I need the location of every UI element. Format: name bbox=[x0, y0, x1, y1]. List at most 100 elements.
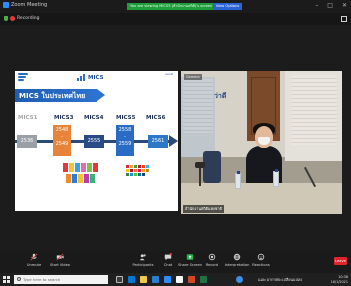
sdg-tile-icon bbox=[126, 169, 129, 172]
maximize-button[interactable]: □ bbox=[327, 2, 333, 9]
sdg-tile-icon bbox=[142, 173, 145, 176]
milestone-year: 2555 bbox=[84, 135, 104, 148]
reactions-label: Reactions bbox=[252, 263, 270, 267]
reactions-button[interactable]: Reactions bbox=[246, 253, 276, 267]
timeline-arrowhead-icon bbox=[169, 135, 178, 147]
sdg-tile-icon bbox=[146, 165, 149, 168]
zoom-logo-icon bbox=[3, 2, 9, 8]
edge-browser-icon[interactable] bbox=[128, 276, 135, 283]
video-blind-left bbox=[183, 79, 213, 133]
leave-button[interactable]: Leave bbox=[334, 257, 347, 265]
year-value: 2558 bbox=[118, 127, 132, 133]
slide-title: MICS ในประเทศไทย bbox=[19, 92, 86, 100]
taskbar-search-input[interactable]: Type here to search bbox=[14, 275, 108, 284]
report-cover-icon bbox=[84, 174, 89, 183]
word-icon[interactable] bbox=[152, 276, 159, 283]
report-cover-icon bbox=[69, 163, 74, 172]
excel-icon[interactable] bbox=[200, 276, 207, 283]
milestone-name: MICS6 bbox=[146, 115, 166, 121]
microphone-icon bbox=[30, 253, 38, 261]
year-value: 2555 bbox=[87, 138, 101, 144]
participants-icon bbox=[139, 254, 146, 261]
sdg-tile-icon bbox=[138, 169, 141, 172]
minimize-button[interactable]: – bbox=[315, 2, 318, 9]
milestone-year: 2561 bbox=[148, 135, 168, 148]
globe-icon bbox=[233, 253, 241, 261]
year-separator: - bbox=[124, 134, 126, 140]
encryption-shield-icon[interactable] bbox=[4, 16, 8, 21]
report-cover-icon bbox=[66, 174, 71, 183]
camera-icon bbox=[195, 162, 205, 168]
sdg-tile-icon bbox=[142, 165, 145, 168]
mics-logo: MICS bbox=[77, 74, 104, 81]
task-view-icon[interactable] bbox=[116, 276, 123, 283]
chat-icon bbox=[164, 253, 172, 261]
weather-icon[interactable] bbox=[236, 276, 243, 283]
close-button[interactable]: ✕ bbox=[342, 2, 347, 9]
report-cover-icon bbox=[78, 174, 83, 183]
file-explorer-icon[interactable] bbox=[140, 276, 147, 283]
milestone-name: MICS1 bbox=[18, 115, 38, 121]
app-title: Zoom Meeting bbox=[3, 2, 47, 8]
unicef-logo: unicef bbox=[163, 73, 175, 83]
window-controls: – □ ✕ bbox=[315, 2, 347, 9]
mics-logo-bar-icon bbox=[77, 78, 79, 81]
sdg-tile-icon bbox=[134, 169, 137, 172]
view-layout-icon[interactable] bbox=[341, 16, 347, 22]
sdg-tile-icon bbox=[130, 165, 133, 168]
start-video-label: Start Video bbox=[50, 263, 70, 267]
view-options-button[interactable]: View Options bbox=[213, 3, 242, 10]
recording-indicator[interactable]: Recording bbox=[10, 16, 40, 21]
video-chair bbox=[203, 151, 221, 183]
share-screen-icon bbox=[186, 254, 194, 260]
start-menu-icon[interactable] bbox=[3, 276, 10, 283]
start-video-button[interactable]: Start Video bbox=[45, 253, 75, 267]
ministry-logo-icon bbox=[18, 73, 30, 83]
meeting-info-bar: Recording bbox=[0, 13, 351, 25]
sdg-tile-icon bbox=[130, 173, 133, 176]
zoom-window: Zoom Meeting You are viewing MICS5 (สำนั… bbox=[0, 0, 351, 286]
video-overlay-tag: Gamora bbox=[184, 74, 202, 80]
sdg-tile-icon bbox=[126, 165, 129, 168]
chrome-icon[interactable] bbox=[176, 276, 183, 283]
report-cover-icon bbox=[90, 174, 95, 183]
water-bottle-icon bbox=[235, 171, 241, 189]
powerpoint-icon[interactable] bbox=[188, 276, 195, 283]
sdg-tile-icon bbox=[138, 173, 141, 176]
app-title-text: Zoom Meeting bbox=[11, 2, 48, 8]
wall-sign-text: ว่าดี bbox=[214, 92, 227, 100]
clock-date: 16/1/2021 bbox=[330, 279, 348, 284]
recording-label: Recording bbox=[17, 16, 40, 21]
slide-header: MICS unicef bbox=[15, 71, 178, 89]
shared-screen-slide: MICS unicef MICS ในประเทศไทย MICS1 MICS3… bbox=[15, 71, 178, 211]
participant-name-label: สำนักงานสถิติแห่งชาติ bbox=[183, 205, 224, 213]
year-value: 2559 bbox=[118, 141, 132, 147]
sdg-tile-icon bbox=[126, 173, 129, 176]
face-mask bbox=[258, 137, 270, 145]
report-cover-icon bbox=[63, 163, 68, 172]
slide-title-band: MICS ในประเทศไทย bbox=[15, 89, 105, 102]
record-icon bbox=[208, 253, 216, 261]
title-bar: Zoom Meeting You are viewing MICS5 (สำนั… bbox=[0, 0, 351, 13]
milestone-year: 2548 - 2549 bbox=[53, 125, 71, 156]
year-value: 2548 bbox=[55, 127, 69, 133]
mics-brand-text: MICS bbox=[88, 75, 104, 81]
sdg-tile-icon bbox=[130, 169, 133, 172]
milestone-year: 2558 - 2559 bbox=[116, 125, 134, 156]
mics-logo-bar-icon bbox=[80, 76, 82, 81]
milestone-name: MICS4 bbox=[84, 115, 104, 121]
screen-share-banner: You are viewing MICS5 (สำนักงานสถิติ)'s … bbox=[127, 3, 213, 10]
video-camera-icon bbox=[56, 253, 64, 261]
milestone-year: 2536 bbox=[17, 135, 37, 148]
system-clock[interactable]: 10:36 16/1/2021 bbox=[331, 275, 348, 284]
chat-label: Chat bbox=[163, 263, 173, 267]
reactions-icon bbox=[257, 253, 265, 261]
windows-taskbar: Type here to search แมพ อากาศจะเปลี่ยนแป… bbox=[0, 273, 351, 286]
participant-video[interactable]: ว่าดี Gamora สำนักงานสถิติแห่งชาติ bbox=[181, 71, 342, 214]
year-value: 2549 bbox=[55, 141, 69, 147]
year-separator: - bbox=[61, 134, 63, 140]
unmute-label: Unmute bbox=[26, 263, 42, 267]
sdg-tile-icon bbox=[134, 165, 137, 168]
zoom-taskbar-icon[interactable] bbox=[164, 276, 171, 283]
milestone-name: MICS5 bbox=[116, 115, 136, 121]
